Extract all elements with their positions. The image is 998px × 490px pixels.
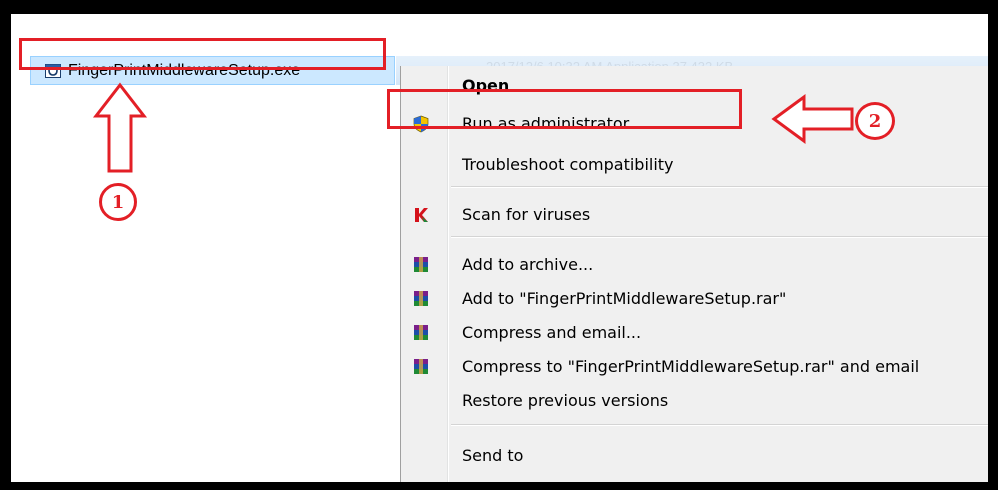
screenshot-frame: 2017/12/6 10:32 AM Application 37,432 KB… xyxy=(0,0,998,490)
step-2-label: 2 xyxy=(868,110,882,132)
menu-item-label: Scan for viruses xyxy=(462,204,591,224)
menu-separator xyxy=(451,186,988,188)
menu-item-label: Add to "FingerPrintMiddlewareSetup.rar" xyxy=(462,288,787,308)
menu-separator xyxy=(451,236,988,238)
menu-item-label: Compress to "FingerPrintMiddlewareSetup.… xyxy=(462,356,920,376)
menu-item-send-to[interactable]: Send to xyxy=(401,439,988,471)
kaspersky-icon xyxy=(415,208,428,222)
menu-item-label: Compress and email... xyxy=(462,322,642,342)
winrar-icon xyxy=(414,325,428,340)
menu-separator xyxy=(451,424,988,426)
highlight-box-run-as-admin xyxy=(387,89,742,129)
highlight-box-file xyxy=(19,38,386,70)
step-1-label: 1 xyxy=(111,191,125,213)
menu-item-scan-for-viruses[interactable]: Scan for viruses xyxy=(401,198,988,230)
winrar-icon xyxy=(414,291,428,306)
menu-item-add-to-rar[interactable]: Add to "FingerPrintMiddlewareSetup.rar" xyxy=(401,282,988,314)
menu-item-label: Restore previous versions xyxy=(462,390,669,410)
context-menu: Open Run as administrator Troubleshoot c… xyxy=(400,66,988,482)
up-arrow-annotation xyxy=(92,82,148,173)
winrar-icon xyxy=(414,257,428,272)
menu-item-label: Troubleshoot compatibility xyxy=(462,154,674,174)
step-2-callout: 2 xyxy=(855,102,895,140)
menu-item-label: Send to xyxy=(462,445,524,465)
step-1-callout: 1 xyxy=(99,183,137,221)
menu-item-label: Add to archive... xyxy=(462,254,594,274)
left-arrow-annotation xyxy=(771,94,854,144)
menu-item-compress-to-rar-and-email[interactable]: Compress to "FingerPrintMiddlewareSetup.… xyxy=(401,350,988,382)
winrar-icon xyxy=(414,359,428,374)
menu-item-troubleshoot-compatibility[interactable]: Troubleshoot compatibility xyxy=(401,148,988,180)
menu-item-add-to-archive[interactable]: Add to archive... xyxy=(401,248,988,280)
menu-item-restore-previous-versions[interactable]: Restore previous versions xyxy=(401,384,988,416)
menu-item-compress-and-email[interactable]: Compress and email... xyxy=(401,316,988,348)
